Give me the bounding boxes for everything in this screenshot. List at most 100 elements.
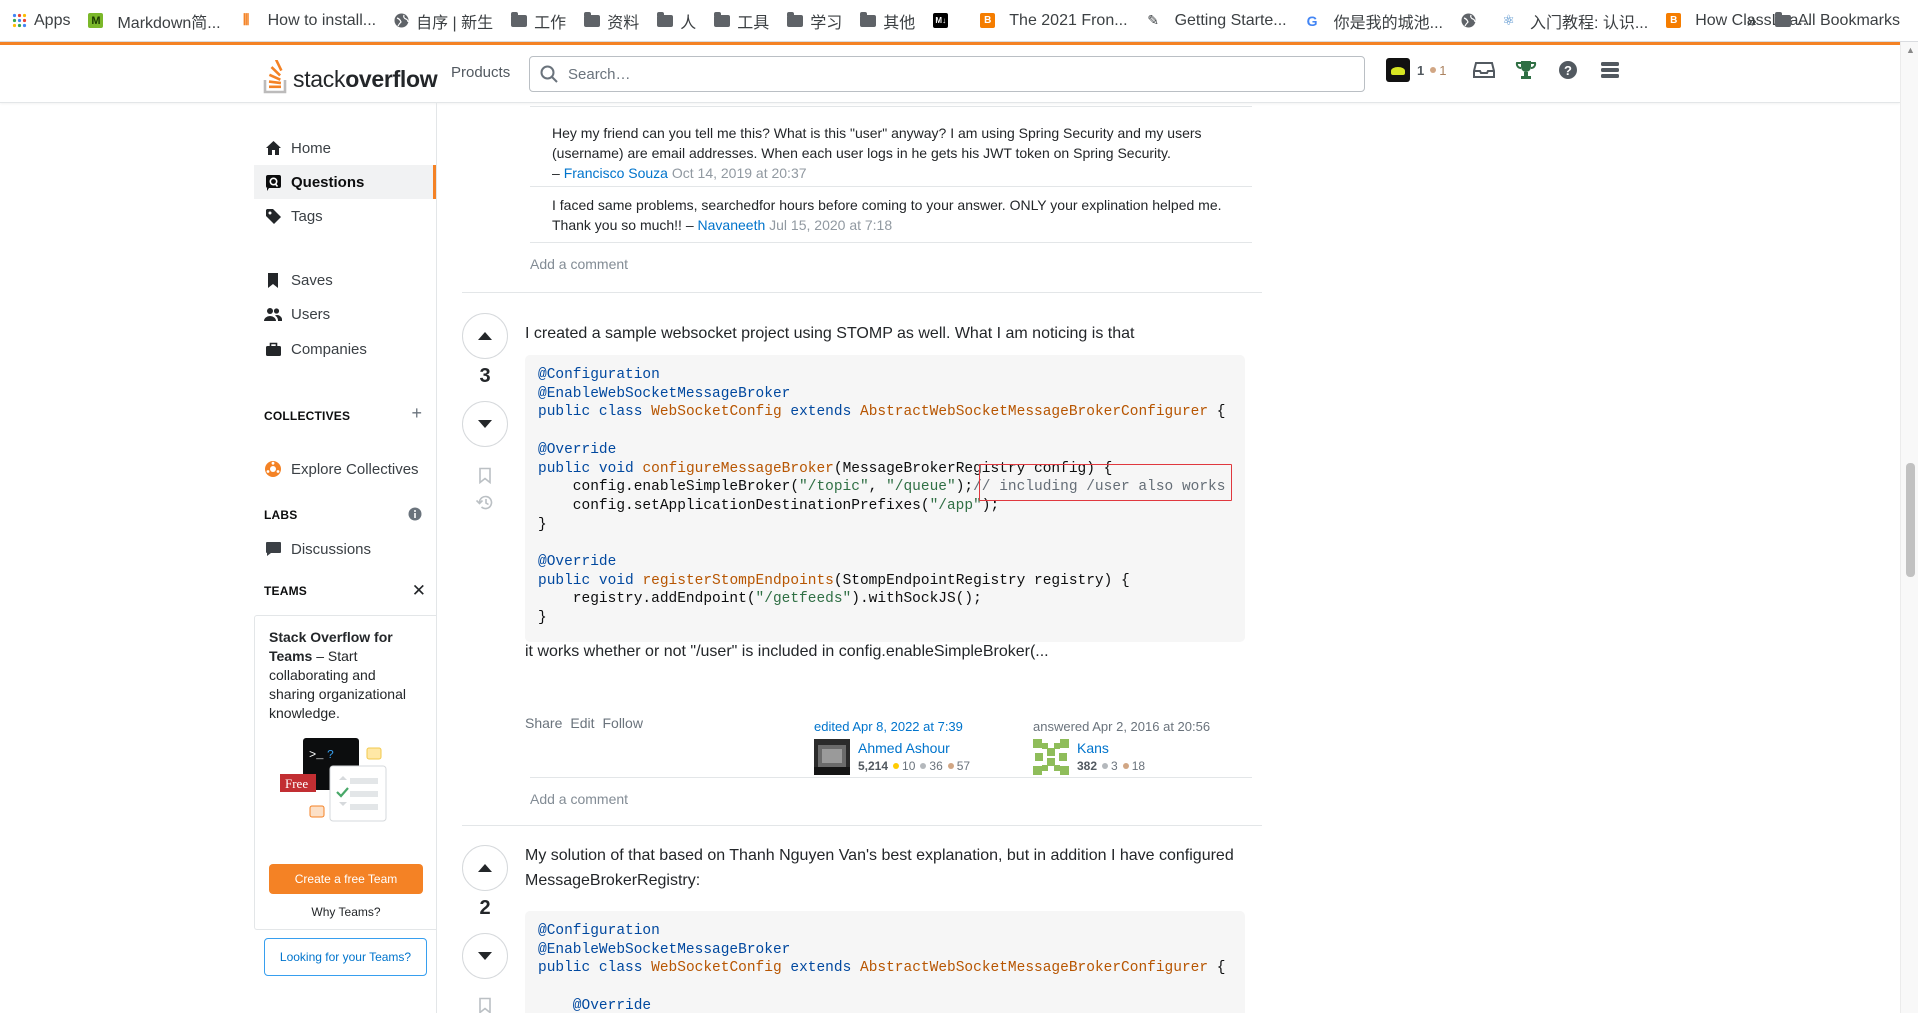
author-name-link[interactable]: Kans [1077, 739, 1145, 757]
comment-date[interactable]: Jul 15, 2020 at 7:18 [769, 217, 892, 233]
answer-divider [462, 292, 1262, 293]
sidebar-item-users[interactable]: Users [254, 297, 436, 331]
answer-outro-text: it works whether or not "/user" is inclu… [525, 643, 1049, 660]
inbox-icon[interactable] [1472, 58, 1496, 82]
bookmark-item[interactable]: G 你是我的城池... [1305, 9, 1443, 33]
svg-text:?: ? [1564, 63, 1572, 78]
scroll-up-arrow-icon[interactable]: ▲ [1906, 45, 1915, 55]
bronze-badge-dot [1430, 67, 1437, 73]
sidebar-item-home[interactable]: Home [254, 131, 436, 165]
comment-author-link[interactable]: Francisco Souza [564, 165, 668, 181]
follow-link[interactable]: Follow [602, 715, 642, 731]
page-scrollbar[interactable]: ▲ [1900, 42, 1918, 1013]
add-collective-plus-icon[interactable]: + [411, 403, 422, 424]
more-bookmarks-button[interactable]: » [1747, 11, 1757, 32]
comment-author-link[interactable]: Navaneeth [698, 217, 766, 233]
author-avatar[interactable] [1033, 739, 1069, 775]
sidebar-item-label: Home [291, 139, 332, 157]
bookmark-item[interactable]: 其他 [860, 9, 915, 33]
doc-icon: ✎ [1147, 12, 1159, 28]
share-link[interactable]: Share [525, 715, 562, 731]
bookmark-label: 你是我的城池... [1333, 14, 1443, 32]
create-free-team-button[interactable]: Create a free Team [269, 864, 423, 894]
answer-intro-text: I created a sample websocket project usi… [525, 325, 1135, 342]
all-bookmarks-label: All Bookmarks [1797, 12, 1900, 29]
site-switcher-icon[interactable] [1598, 58, 1622, 82]
bookmark-item[interactable]: 工作 [511, 9, 566, 33]
downvote-button[interactable] [462, 933, 508, 979]
folder-icon [511, 11, 528, 27]
bookmark-item[interactable]: M↓ [933, 13, 962, 28]
bookmark-item[interactable]: ✎ Getting Starte... [1146, 12, 1286, 30]
comment-date[interactable]: Oct 14, 2019 at 20:37 [672, 165, 807, 181]
sidebar-item-companies[interactable]: Companies [254, 332, 436, 366]
folder-icon [657, 11, 674, 27]
comment-text: Hey my friend can you tell me this? What… [552, 125, 1202, 161]
vote-count: 3 [479, 365, 491, 387]
bookmark-item[interactable]: B The 2021 Fron... [980, 11, 1128, 30]
comment-divider [530, 777, 1252, 778]
labs-info-icon[interactable] [408, 507, 422, 526]
bookmark-label: The 2021 Fron... [1009, 11, 1128, 29]
answered-timestamp[interactable]: answered Apr 2, 2016 at 20:56 [1033, 719, 1233, 734]
downvote-arrow-icon [478, 420, 492, 428]
browser-page: Apps M Markdown简... ⦀ How to install... 自序 | … [0, 0, 1918, 1013]
bookmark-item[interactable]: 自序 | 新生 [394, 9, 493, 33]
sidebar-item-saves[interactable]: Saves [254, 263, 436, 297]
why-teams-link[interactable]: Why Teams? [255, 905, 437, 919]
folder-icon [860, 11, 877, 27]
bookmark-label: 自序 | 新生 [416, 14, 494, 32]
sidebar-item-label: Companies [291, 340, 367, 358]
bookmark-item[interactable]: M Markdown简... [88, 9, 221, 33]
user-avatar[interactable] [1386, 58, 1410, 82]
bookmark-label: 人 [680, 14, 697, 32]
products-link[interactable]: Products [451, 64, 510, 81]
teams-promo-card: Stack Overflow for Teams – Start collabo… [254, 615, 436, 930]
editor-name-link[interactable]: Ahmed Ashour [858, 739, 970, 757]
site-icon: ⦀ [242, 12, 250, 29]
bookmark-item[interactable] [1461, 13, 1483, 28]
save-bookmark-icon[interactable] [476, 466, 494, 484]
bookmark-item[interactable]: Apps [12, 12, 70, 30]
add-comment-link[interactable]: Add a comment [530, 791, 628, 807]
sidebar-item-questions[interactable]: Questions [254, 165, 436, 199]
collectives-header: COLLECTIVES [264, 409, 351, 423]
bookmark-item[interactable]: ⦀ How to install... [239, 12, 376, 30]
bookmark-item[interactable]: 学习 [787, 9, 842, 33]
main-content: Hey my friend can you tell me this? What… [462, 103, 1262, 1013]
sidebar-item-tags[interactable]: Tags [254, 199, 436, 233]
save-bookmark-icon[interactable] [476, 996, 494, 1013]
bookmark-item[interactable]: 工具 [714, 9, 769, 33]
stackoverflow-logo[interactable]: stackoverflow [263, 54, 438, 94]
users-icon [264, 305, 282, 323]
bookmark-label: 入门教程: 认识... [1529, 14, 1649, 32]
search-icon [540, 65, 558, 83]
add-comment-link[interactable]: Add a comment [530, 256, 628, 272]
sidebar-item-label: Tags [291, 207, 323, 225]
google-icon: G [1306, 12, 1318, 29]
sidebar-item-discussions[interactable]: Discussions [254, 532, 436, 566]
bookmark-item[interactable]: 人 [657, 9, 696, 33]
comment: I faced same problems, searchedfor hours… [552, 195, 1252, 235]
discussions-icon [264, 540, 282, 558]
blogger-icon: B [1666, 13, 1688, 28]
all-bookmarks-button[interactable]: All Bookmarks [1774, 12, 1900, 30]
bookmark-item[interactable]: ⚛ 入门教程: 认识... [1501, 9, 1648, 33]
answer-intro-text: My solution of that based on Thanh Nguye… [525, 847, 1234, 889]
looking-for-teams-button[interactable]: Looking for your Teams? [264, 938, 427, 976]
editor-avatar[interactable] [814, 739, 850, 775]
scrollbar-thumb[interactable] [1906, 463, 1915, 577]
downvote-button[interactable] [462, 401, 508, 447]
history-icon[interactable] [476, 493, 494, 511]
help-icon[interactable]: ? [1556, 58, 1580, 82]
edited-timestamp-link[interactable]: edited Apr 8, 2022 at 7:39 [814, 719, 994, 734]
svg-text:?: ? [327, 748, 334, 762]
edit-link[interactable]: Edit [570, 715, 594, 731]
bookmark-item[interactable]: 资料 [584, 9, 639, 33]
upvote-button[interactable] [462, 845, 508, 891]
upvote-button[interactable] [462, 313, 508, 359]
close-teams-icon[interactable]: ✕ [412, 581, 426, 601]
search-input[interactable]: Search… [529, 56, 1365, 92]
sidebar-item-explore-collectives[interactable]: Explore Collectives [254, 452, 436, 486]
achievements-trophy-icon[interactable] [1514, 58, 1538, 82]
